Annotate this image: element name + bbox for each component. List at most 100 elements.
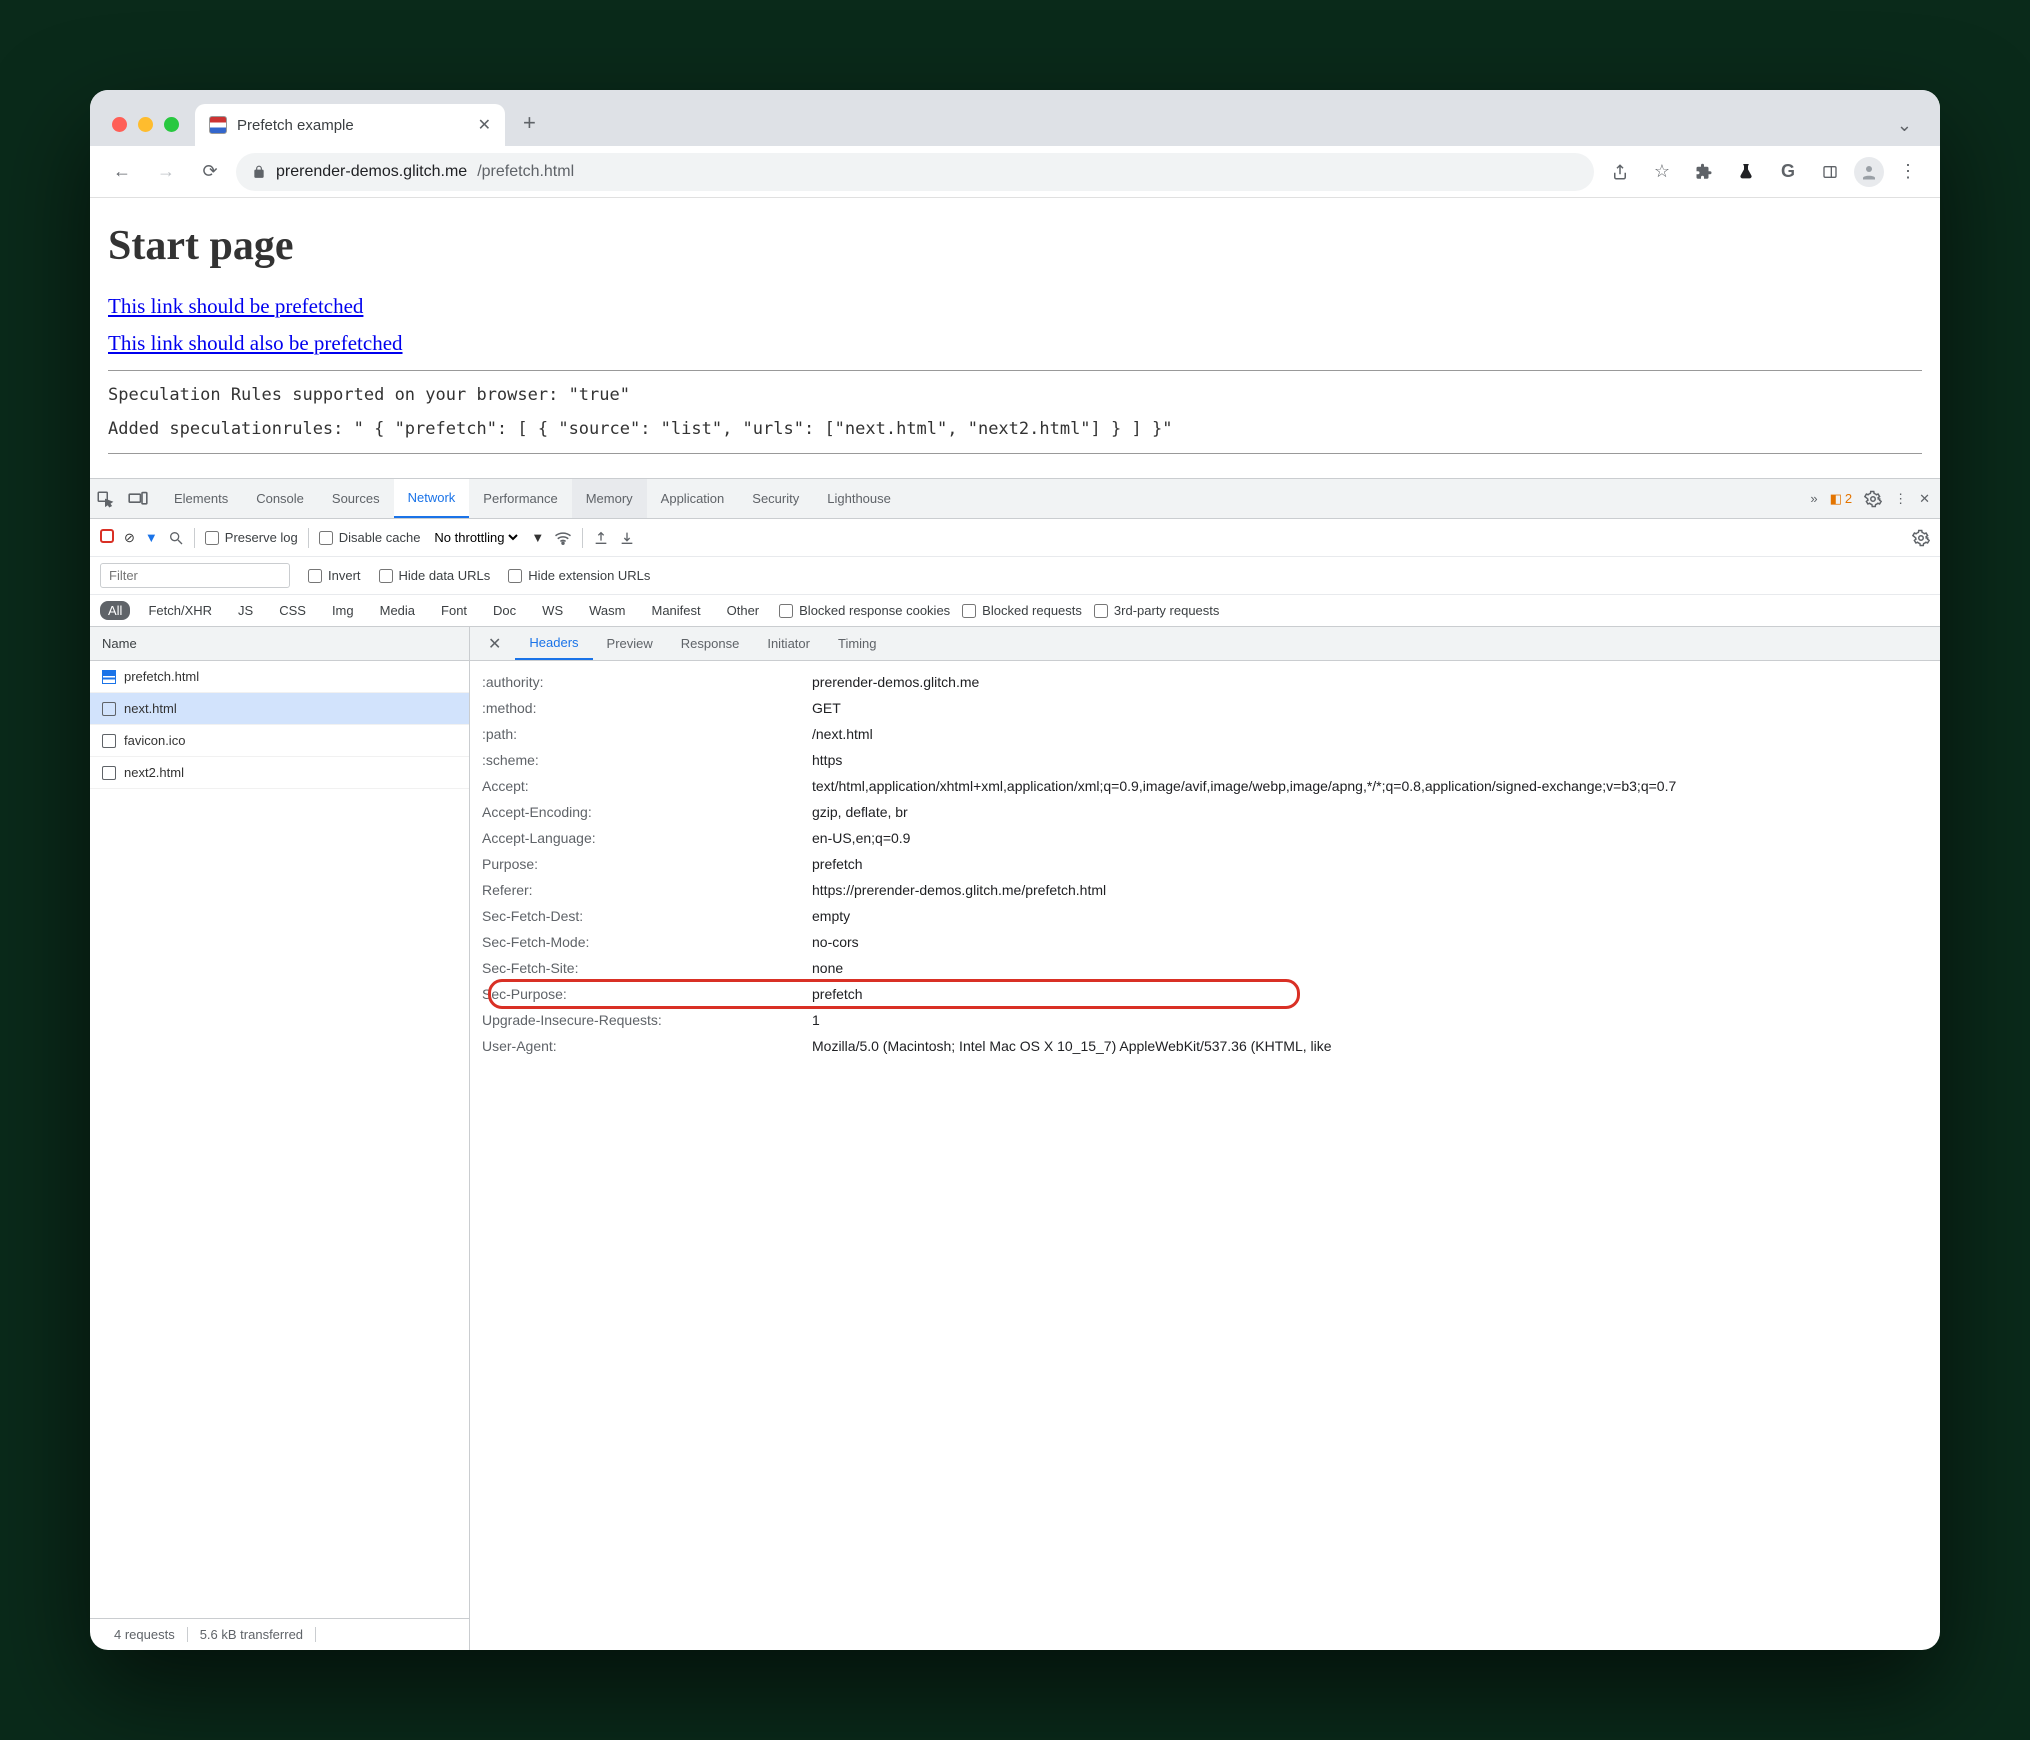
disable-cache-checkbox[interactable]: Disable cache bbox=[319, 530, 421, 545]
request-row[interactable]: prefetch.html bbox=[90, 661, 469, 693]
hide-extension-urls-checkbox[interactable]: Hide extension URLs bbox=[508, 568, 650, 583]
prefetch-link-1[interactable]: This link should be prefetched bbox=[108, 294, 1922, 319]
type-other[interactable]: Other bbox=[719, 601, 768, 620]
detail-tab-headers[interactable]: Headers bbox=[515, 627, 592, 660]
url-path: /prefetch.html bbox=[477, 163, 574, 181]
record-button[interactable] bbox=[100, 529, 114, 546]
header-row: User-Agent:Mozilla/5.0 (Macintosh; Intel… bbox=[482, 1033, 1940, 1059]
reload-button[interactable]: ⟳ bbox=[192, 154, 228, 190]
filter-input[interactable] bbox=[100, 563, 290, 588]
tab-overflow-button[interactable]: ⌄ bbox=[1897, 115, 1926, 146]
new-tab-button[interactable]: + bbox=[523, 110, 536, 146]
panel-tab-performance[interactable]: Performance bbox=[469, 479, 571, 518]
throttle-dropdown-icon[interactable]: ▼ bbox=[531, 530, 544, 545]
window-controls bbox=[104, 117, 187, 146]
network-settings-icon[interactable] bbox=[1912, 529, 1930, 547]
panel-tab-elements[interactable]: Elements bbox=[160, 479, 242, 518]
header-row: Accept-Language:en-US,en;q=0.9 bbox=[482, 825, 1940, 851]
header-value: en-US,en;q=0.9 bbox=[812, 830, 1940, 846]
panel-tab-memory[interactable]: Memory bbox=[572, 479, 647, 518]
download-har-icon[interactable] bbox=[619, 530, 635, 546]
menu-icon[interactable]: ⋮ bbox=[1890, 154, 1926, 190]
upload-har-icon[interactable] bbox=[593, 530, 609, 546]
settings-icon[interactable] bbox=[1864, 490, 1882, 508]
tab-close-button[interactable]: ✕ bbox=[478, 115, 491, 135]
devtools-tabbar: ElementsConsoleSourcesNetworkPerformance… bbox=[90, 479, 1940, 519]
header-key: Accept: bbox=[482, 778, 812, 794]
panel-tab-application[interactable]: Application bbox=[647, 479, 739, 518]
labs-icon[interactable] bbox=[1728, 154, 1764, 190]
more-panels-icon[interactable]: » bbox=[1810, 491, 1817, 506]
network-main: Name prefetch.htmlnext.htmlfavicon.icone… bbox=[90, 627, 1940, 1650]
header-key: Sec-Fetch-Dest: bbox=[482, 908, 812, 924]
detail-tab-timing[interactable]: Timing bbox=[824, 627, 891, 660]
close-window-button[interactable] bbox=[112, 117, 127, 132]
request-row[interactable]: favicon.ico bbox=[90, 725, 469, 757]
panel-tab-network[interactable]: Network bbox=[394, 479, 470, 518]
warning-badge[interactable]: ◧ 2 bbox=[1830, 491, 1853, 507]
type-font[interactable]: Font bbox=[433, 601, 475, 620]
detail-tab-preview[interactable]: Preview bbox=[593, 627, 667, 660]
devtools-menu-icon[interactable]: ⋮ bbox=[1894, 491, 1907, 507]
third-party-checkbox[interactable]: 3rd-party requests bbox=[1094, 603, 1220, 618]
type-manifest[interactable]: Manifest bbox=[643, 601, 708, 620]
profile-avatar[interactable] bbox=[1854, 157, 1884, 187]
detail-tab-response[interactable]: Response bbox=[667, 627, 754, 660]
maximize-window-button[interactable] bbox=[164, 117, 179, 132]
transfer-size: 5.6 kB transferred bbox=[188, 1627, 316, 1642]
type-ws[interactable]: WS bbox=[534, 601, 571, 620]
search-icon[interactable] bbox=[168, 530, 184, 546]
divider bbox=[108, 453, 1922, 454]
minimize-window-button[interactable] bbox=[138, 117, 153, 132]
address-bar[interactable]: prerender-demos.glitch.me/prefetch.html bbox=[236, 153, 1594, 191]
device-icon[interactable] bbox=[128, 491, 158, 507]
blocked-requests-checkbox[interactable]: Blocked requests bbox=[962, 603, 1082, 618]
favicon-icon bbox=[209, 116, 227, 134]
filter-row: Invert Hide data URLs Hide extension URL… bbox=[90, 557, 1940, 595]
request-row[interactable]: next.html bbox=[90, 693, 469, 725]
star-icon[interactable]: ☆ bbox=[1644, 154, 1680, 190]
header-value: no-cors bbox=[812, 934, 1940, 950]
header-key: Sec-Fetch-Site: bbox=[482, 960, 812, 976]
filter-toggle-icon[interactable]: ▼ bbox=[145, 530, 158, 545]
clear-button[interactable]: ⊘ bbox=[124, 530, 135, 546]
type-js[interactable]: JS bbox=[230, 601, 261, 620]
document-icon bbox=[102, 670, 116, 684]
panel-tab-lighthouse[interactable]: Lighthouse bbox=[813, 479, 905, 518]
panel-tab-sources[interactable]: Sources bbox=[318, 479, 394, 518]
type-doc[interactable]: Doc bbox=[485, 601, 524, 620]
wifi-icon[interactable] bbox=[554, 531, 572, 545]
type-img[interactable]: Img bbox=[324, 601, 362, 620]
browser-tab[interactable]: Prefetch example ✕ bbox=[195, 104, 505, 146]
name-column-header[interactable]: Name bbox=[90, 627, 469, 661]
type-css[interactable]: CSS bbox=[271, 601, 314, 620]
type-wasm[interactable]: Wasm bbox=[581, 601, 633, 620]
header-row: Purpose:prefetch bbox=[482, 851, 1940, 877]
throttling-select[interactable]: No throttling bbox=[430, 529, 521, 546]
type-media[interactable]: Media bbox=[372, 601, 423, 620]
devtools-close-icon[interactable]: ✕ bbox=[1919, 491, 1930, 507]
panel-tab-console[interactable]: Console bbox=[242, 479, 318, 518]
forward-button[interactable]: → bbox=[148, 154, 184, 190]
detail-close-button[interactable]: ✕ bbox=[478, 634, 511, 654]
panel-tab-security[interactable]: Security bbox=[738, 479, 813, 518]
header-value: gzip, deflate, br bbox=[812, 804, 1940, 820]
google-icon[interactable]: G bbox=[1770, 154, 1806, 190]
header-key: :path: bbox=[482, 726, 812, 742]
detail-tab-initiator[interactable]: Initiator bbox=[753, 627, 824, 660]
header-detail: ✕ HeadersPreviewResponseInitiatorTiming … bbox=[470, 627, 1940, 1650]
preserve-log-checkbox[interactable]: Preserve log bbox=[205, 530, 298, 545]
share-icon[interactable] bbox=[1602, 154, 1638, 190]
back-button[interactable]: ← bbox=[104, 154, 140, 190]
type-all[interactable]: All bbox=[100, 601, 130, 620]
hide-data-urls-checkbox[interactable]: Hide data URLs bbox=[379, 568, 491, 583]
inspect-icon[interactable] bbox=[96, 490, 126, 508]
extensions-icon[interactable] bbox=[1686, 154, 1722, 190]
invert-checkbox[interactable]: Invert bbox=[308, 568, 361, 583]
request-row[interactable]: next2.html bbox=[90, 757, 469, 789]
type-fetch-xhr[interactable]: Fetch/XHR bbox=[140, 601, 220, 620]
prefetch-link-2[interactable]: This link should also be prefetched bbox=[108, 331, 1922, 356]
blocked-cookies-checkbox[interactable]: Blocked response cookies bbox=[779, 603, 950, 618]
header-row: :path:/next.html bbox=[482, 721, 1940, 747]
panel-icon[interactable] bbox=[1812, 154, 1848, 190]
